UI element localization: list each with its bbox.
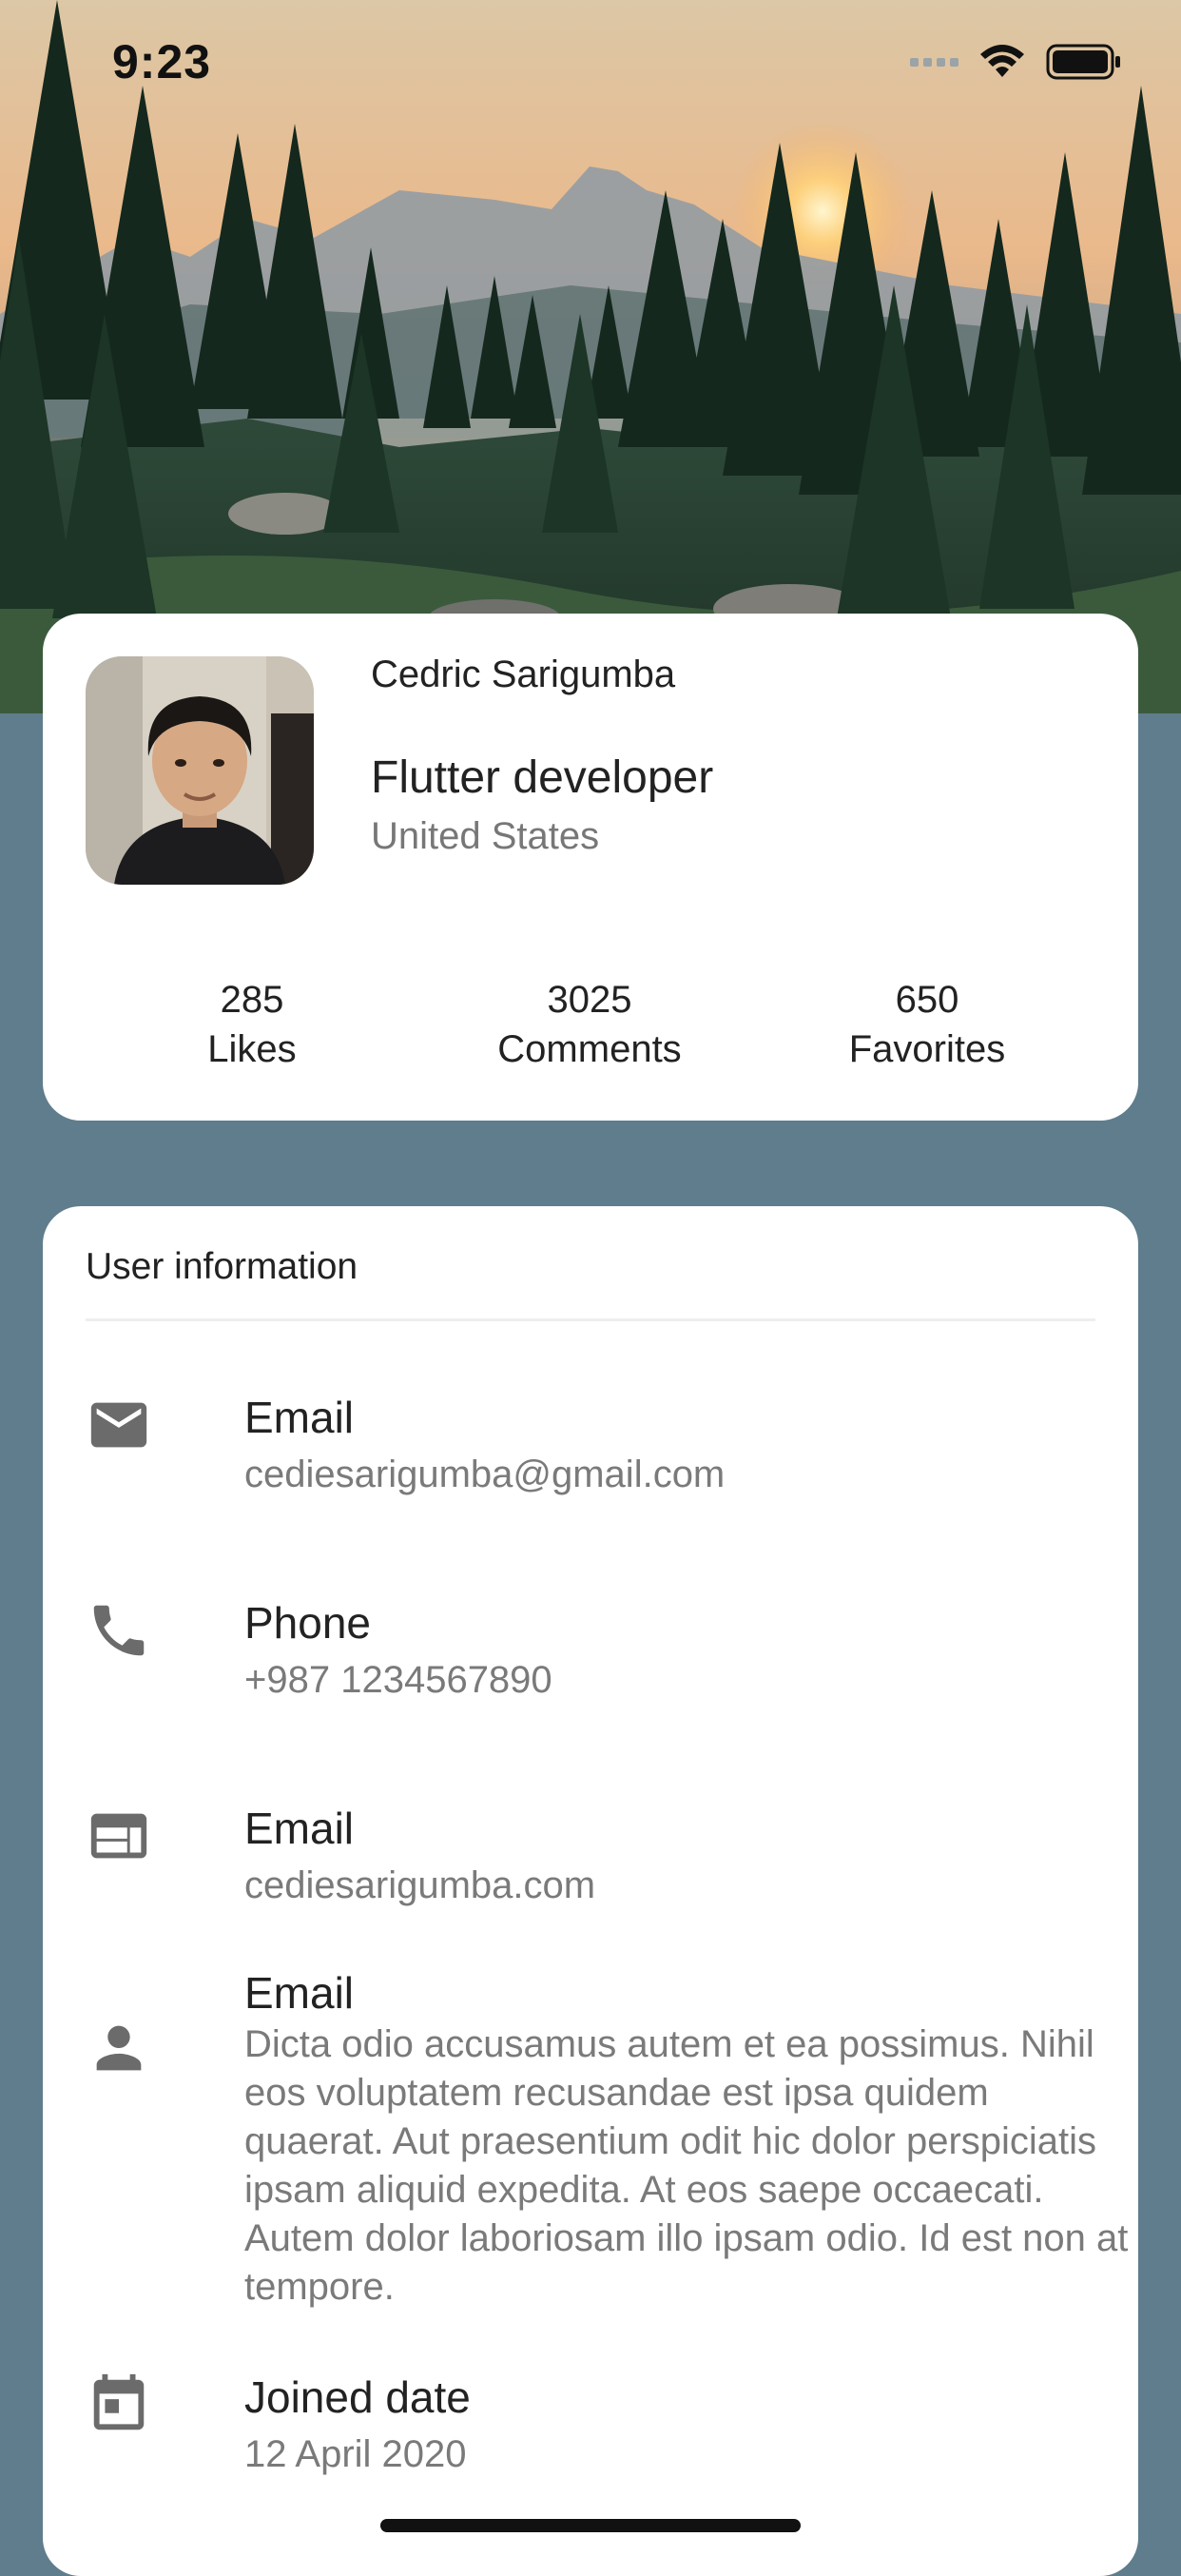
phone-icon xyxy=(93,1605,145,1656)
stat-value: 3025 xyxy=(547,979,632,1021)
divider xyxy=(86,1318,1095,1321)
stat-label: Favorites xyxy=(848,1028,1006,1070)
stat-label: Comments xyxy=(497,1028,682,1070)
info-title: Email xyxy=(244,1393,355,1442)
info-value: cediesarigumba.com xyxy=(244,1864,596,1906)
info-value: 12 April 2020 xyxy=(244,2433,467,2475)
status-bar: 9:23 xyxy=(0,0,1181,128)
info-title: Email xyxy=(244,1804,355,1853)
profile-location: United States xyxy=(371,815,600,857)
user-information-card: User information Email cediesarigumba@gm… xyxy=(43,1206,1138,2576)
stat-favorites[interactable]: 650 Favorites xyxy=(775,975,1079,1074)
stat-value: 650 xyxy=(895,979,959,1021)
status-icons xyxy=(910,44,1122,80)
status-time: 9:23 xyxy=(112,35,212,88)
info-title: Email xyxy=(244,1968,355,2018)
wifi-icon xyxy=(980,45,1024,77)
web-icon xyxy=(90,1813,147,1859)
info-value: cediesarigumba@gmail.com xyxy=(244,1454,726,1495)
info-value: Dicta odio accusamus autem et ea possimu… xyxy=(244,2023,1129,2308)
home-indicator[interactable] xyxy=(380,2519,801,2532)
avatar[interactable] xyxy=(86,656,314,885)
stat-value: 285 xyxy=(220,979,284,1021)
cellular-signal-icon xyxy=(910,57,958,67)
battery-icon xyxy=(1046,44,1120,80)
profile-card: Cedric Sarigumba Flutter developer Unite… xyxy=(43,614,1138,1121)
section-title: User information xyxy=(86,1246,358,1287)
info-value: +987 1234567890 xyxy=(244,1659,552,1701)
stat-likes[interactable]: 285 Likes xyxy=(100,975,404,1074)
calendar-icon xyxy=(93,2373,145,2430)
profile-name: Cedric Sarigumba xyxy=(371,654,676,695)
email-icon xyxy=(90,1402,147,1448)
stat-comments[interactable]: 3025 Comments xyxy=(437,975,742,1074)
person-icon xyxy=(96,2025,142,2071)
info-title: Joined date xyxy=(244,2372,471,2422)
info-title: Phone xyxy=(244,1598,372,1648)
stat-label: Likes xyxy=(207,1028,297,1070)
profile-title: Flutter developer xyxy=(371,752,714,803)
